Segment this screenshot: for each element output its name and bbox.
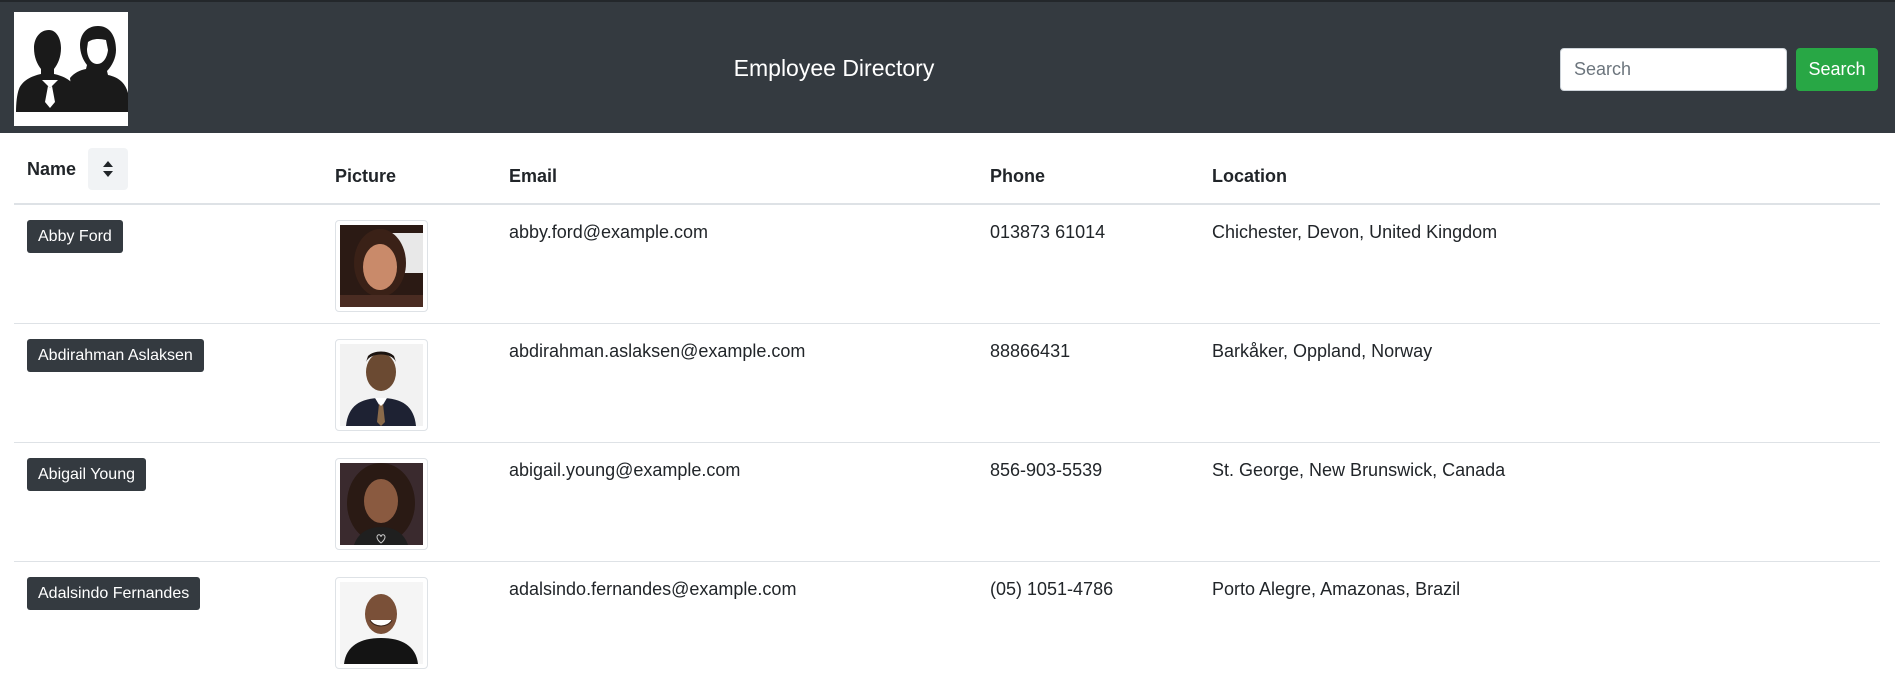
navbar: Employee Directory Search	[0, 0, 1895, 133]
employee-location: St. George, New Brunswick, Canada	[1199, 441, 1880, 561]
employee-name-button[interactable]: Abdirahman Aslaksen	[27, 338, 204, 372]
employee-name-button[interactable]: Adalsindo Fernandes	[27, 576, 201, 610]
employee-name-button[interactable]: Abigail Young	[27, 457, 146, 491]
column-header-email: Email	[496, 133, 977, 205]
employee-photo	[335, 338, 428, 431]
employee-location: Porto Alegre, Amazonas, Brazil	[1199, 560, 1880, 680]
sort-icon	[103, 161, 114, 177]
table-row: Abby Ford abby.ford@example.com 013873 6…	[14, 204, 1880, 323]
employee-email: adalsindo.fernandes@example.com	[496, 560, 977, 680]
employee-location: Chichester, Devon, United Kingdom	[1212, 222, 1498, 242]
employee-phone: 013873 61014	[990, 222, 1106, 242]
employee-name-button[interactable]: Abby Ford	[27, 220, 123, 253]
employee-photo	[335, 457, 428, 550]
employee-phone: 88866431	[977, 322, 1199, 442]
table-row: Adalsindo Fernandes adalsindo.fernandes@…	[14, 560, 1880, 680]
table-row: Abigail Young abigail.young@example.com …	[14, 441, 1880, 561]
search-button[interactable]: Search	[1796, 48, 1878, 91]
column-header-name-label: Name	[27, 158, 77, 179]
table-header-row: Name Picture Email Phone Location	[14, 133, 1880, 205]
column-header-location: Location	[1199, 133, 1880, 205]
search-input[interactable]	[1560, 48, 1787, 91]
person-photo-icon	[340, 343, 423, 426]
column-header-name: Name	[14, 133, 322, 205]
employee-phone: 856-903-5539	[977, 441, 1199, 561]
column-header-phone: Phone	[977, 133, 1199, 205]
person-photo-icon	[340, 225, 423, 307]
employee-photo	[335, 576, 428, 669]
column-header-picture: Picture	[322, 133, 496, 205]
employee-email: abigail.young@example.com	[496, 441, 977, 561]
page-title: Employee Directory	[733, 55, 935, 81]
person-photo-icon	[340, 581, 423, 664]
table-row: Abdirahman Aslaksen abdirahman.aslaksen@…	[14, 322, 1880, 442]
employee-phone: (05) 1051-4786	[977, 560, 1199, 680]
employee-email: abby.ford@example.com	[509, 222, 709, 242]
employee-photo	[335, 220, 428, 312]
employee-table: Name Picture Email Phone Location Abby F…	[14, 133, 1880, 680]
person-photo-icon	[340, 462, 423, 545]
employee-email: abdirahman.aslaksen@example.com	[496, 322, 977, 442]
employee-location: Barkåker, Oppland, Norway	[1199, 322, 1880, 442]
sort-button[interactable]	[88, 148, 129, 190]
